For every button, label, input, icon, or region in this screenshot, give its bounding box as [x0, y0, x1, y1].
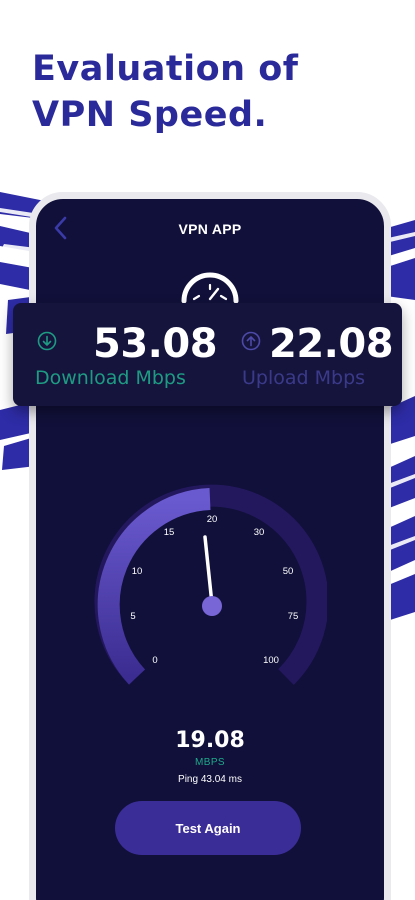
gauge-tick-label: 5 [130, 611, 135, 622]
speed-unit: MBPS [195, 757, 225, 768]
upload-arrow-icon [241, 331, 261, 351]
current-speed-value: 19.08 [175, 728, 245, 753]
gauge-tick-label: 75 [288, 611, 299, 622]
download-speed-label: Download Mbps [35, 367, 186, 389]
gauge-tick-label: 15 [164, 527, 175, 538]
gauge-tick-label: 10 [132, 566, 143, 577]
gauge-tick-label: 20 [207, 514, 218, 525]
speed-results-card: 53.08 Download Mbps 22.08 Upload Mbps [13, 303, 402, 406]
gauge-hub [202, 596, 222, 616]
speed-gauge: 0 5 10 15 20 30 50 75 100 [94, 484, 327, 685]
app-title: VPN APP [178, 221, 242, 237]
phone-frame: VPN APP 0 5 10 15 20 30 50 75 100 19.08 … [29, 192, 391, 900]
upload-speed-label: Upload Mbps [242, 367, 366, 389]
gauge-tick-label: 50 [283, 566, 294, 577]
gauge-needle [203, 535, 214, 606]
download-arrow-icon [37, 331, 57, 351]
speedometer-icon [181, 272, 239, 304]
download-speed-value: 53.08 [93, 321, 218, 367]
upload-speed-value: 22.08 [269, 321, 394, 367]
gauge-tick-label: 100 [263, 655, 279, 666]
ping-value: Ping 43.04 ms [178, 774, 242, 785]
gauge-tick-label: 0 [152, 655, 157, 666]
test-again-button[interactable]: Test Again [115, 801, 301, 855]
gauge-tick-label: 30 [254, 527, 265, 538]
